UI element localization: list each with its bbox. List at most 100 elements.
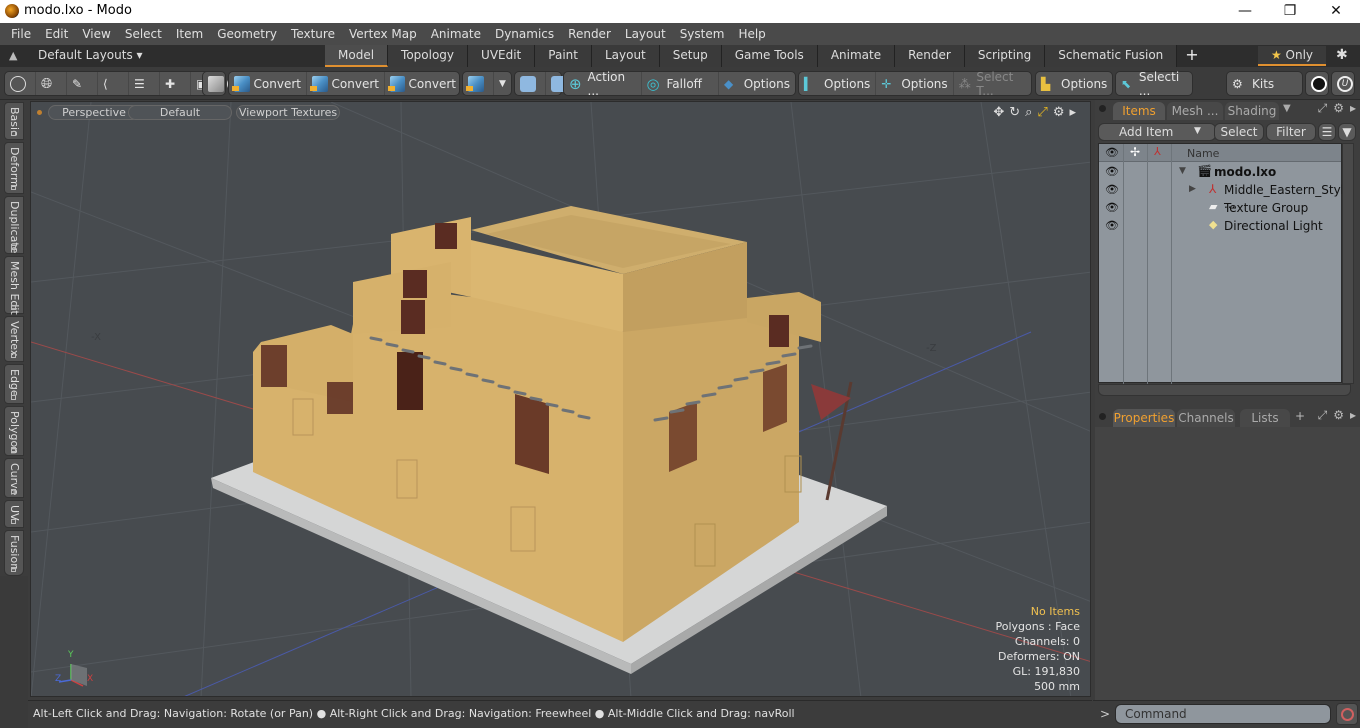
only-favorites-button[interactable]: ★ Only	[1258, 46, 1326, 66]
tab-setup[interactable]: Setup	[659, 45, 722, 67]
viewport-gear-icon[interactable]: ⚙	[1053, 105, 1065, 120]
kits-button[interactable]: ⚙ Kits	[1227, 72, 1279, 95]
select-button[interactable]: Select	[1214, 123, 1264, 141]
tool-tab-deform[interactable]: Deform	[4, 142, 24, 194]
eye-icon[interactable]: 👁︎	[1105, 165, 1119, 178]
select-through-button[interactable]: ⁂ Select T...	[954, 70, 1031, 98]
convert-button-1[interactable]: Convert	[229, 72, 307, 95]
menu-vertex-map[interactable]: Vertex Map	[343, 27, 425, 41]
gear-icon[interactable]: ✱	[1336, 47, 1348, 63]
convert-dropdown-arrow[interactable]: ▼	[494, 72, 511, 95]
maximize-viewport-icon[interactable]: ⤢	[1037, 105, 1047, 120]
record-macro-button[interactable]	[1336, 703, 1358, 725]
tab-model[interactable]: Model	[325, 45, 389, 67]
tool-tab-curve[interactable]: Curve	[4, 458, 24, 498]
tab-paint[interactable]: Paint	[535, 45, 592, 67]
falloff-button[interactable]: ◎ Falloff	[642, 72, 719, 95]
panel-arrow-icon[interactable]: ▸	[1350, 408, 1356, 423]
tab-topology[interactable]: Topology	[388, 45, 469, 67]
tab-shading[interactable]: Shading	[1225, 102, 1279, 120]
collapse-up-icon[interactable]: ▲	[9, 49, 17, 62]
selection-sets-button[interactable]: ⬉ Selecti ...	[1116, 70, 1192, 98]
expand-arrow-icon[interactable]: ▸	[1069, 105, 1076, 120]
tool-tab-mesh-edit[interactable]: Mesh Edit	[4, 256, 24, 315]
tool-tab-fusion[interactable]: Fusion	[4, 530, 24, 576]
name-column-header[interactable]: Name	[1187, 147, 1219, 160]
item-mode-button[interactable]: ⟨	[98, 72, 129, 95]
menu-render[interactable]: Render	[562, 27, 619, 41]
add-tab-button[interactable]: +	[1295, 409, 1305, 423]
tree-row-directional-light[interactable]: 👁︎ ◆ Directional Light	[1099, 217, 1341, 235]
zoom-icon[interactable]: ⌕	[1025, 105, 1032, 120]
funnel-filter-icon[interactable]: ▼	[1338, 123, 1356, 141]
edge-mode-button[interactable]: 🌐︎	[36, 72, 67, 95]
minimize-button[interactable]: —	[1222, 1, 1268, 23]
tab-channels[interactable]: Channels	[1177, 409, 1235, 427]
panel-gear-icon[interactable]: ⚙	[1333, 408, 1344, 423]
tree-row-mesh[interactable]: 👁︎ ▶ ⅄ Middle_Eastern_Styl ...	[1099, 181, 1344, 211]
action-center-button[interactable]: ⊕ Action ...	[564, 70, 642, 98]
options-button-3[interactable]: ✛ Options	[876, 72, 954, 95]
symmetry-button[interactable]	[515, 72, 546, 95]
menu-help[interactable]: Help	[732, 27, 773, 41]
tab-mesh[interactable]: Mesh ...	[1167, 102, 1223, 120]
view-style-button[interactable]: Default	[128, 105, 232, 120]
tab-schematic-fusion[interactable]: Schematic Fusion	[1045, 45, 1178, 67]
tree-horizontal-scrollbar[interactable]	[1098, 384, 1351, 396]
command-input[interactable]: Command	[1115, 704, 1331, 724]
panel-gear-icon[interactable]: ⚙	[1333, 101, 1344, 116]
collapse-arrow-icon[interactable]: ▼	[1179, 166, 1186, 176]
view-type-button[interactable]: Perspective	[48, 105, 140, 120]
tab-lists[interactable]: Lists	[1240, 409, 1290, 427]
polygon-mode-button[interactable]: ✎	[67, 72, 98, 95]
material-mode-button[interactable]: ☰	[129, 72, 160, 95]
convert-button-2[interactable]: Convert	[307, 72, 385, 95]
tool-tab-duplicate[interactable]: Duplicate	[4, 196, 24, 254]
vertex-mode-button[interactable]	[5, 72, 36, 95]
filter-button[interactable]: Filter	[1266, 123, 1316, 141]
menu-edit[interactable]: Edit	[39, 27, 76, 41]
tab-uvedit[interactable]: UVEdit	[468, 45, 536, 67]
menu-view[interactable]: View	[76, 27, 118, 41]
menu-file[interactable]: File	[5, 27, 39, 41]
expand-panel-icon[interactable]: ⤢	[1318, 101, 1328, 116]
tab-animate[interactable]: Animate	[817, 45, 896, 67]
menu-item[interactable]: Item	[170, 27, 211, 41]
eye-icon[interactable]: 👁︎	[1105, 219, 1119, 232]
eye-icon[interactable]: 👁︎	[1105, 183, 1119, 196]
tool-tab-uv[interactable]: UV	[4, 500, 24, 528]
menu-texture[interactable]: Texture	[285, 27, 343, 41]
tool-tab-edge[interactable]: Edge	[4, 364, 24, 404]
tool-tab-polygon[interactable]: Polygon	[4, 406, 24, 456]
menu-system[interactable]: System	[674, 27, 733, 41]
close-button[interactable]: ✕	[1313, 1, 1359, 23]
tab-render[interactable]: Render	[895, 45, 965, 67]
list-options-icon[interactable]: ☰	[1318, 123, 1336, 141]
rotate-icon[interactable]: ↻	[1009, 105, 1020, 120]
tree-row-scene[interactable]: 👁︎ ▼ 🎬︎ modo.lxo	[1099, 163, 1341, 181]
tab-scripting[interactable]: Scripting	[964, 45, 1046, 67]
tree-row-texture-group[interactable]: 👁︎ ▰ Texture Group	[1099, 199, 1341, 217]
menu-animate[interactable]: Animate	[425, 27, 489, 41]
tab-layout[interactable]: Layout	[591, 45, 660, 67]
expand-panel-icon[interactable]: ⤢	[1318, 408, 1328, 423]
3d-viewport[interactable]: Perspective Default Viewport Textures ✥ …	[30, 101, 1091, 697]
add-item-dropdown-icon[interactable]: ▼	[1194, 126, 1201, 136]
expand-arrow-icon[interactable]: ▶	[1189, 184, 1196, 194]
eye-icon[interactable]: 👁︎	[1105, 201, 1119, 214]
maximize-button[interactable]: ❐	[1267, 1, 1313, 23]
default-layouts-dropdown[interactable]: Default Layouts ▾	[38, 48, 143, 62]
menu-layout[interactable]: Layout	[619, 27, 674, 41]
tab-properties[interactable]: Properties	[1113, 409, 1175, 427]
tool-tab-vertex[interactable]: Vertex	[4, 316, 24, 362]
tool-tab-basic[interactable]: Basic	[4, 102, 24, 140]
options-button-4[interactable]: ▙ Options	[1036, 72, 1112, 95]
options-button-2[interactable]: ▍ Options	[799, 72, 877, 95]
menu-select[interactable]: Select	[119, 27, 170, 41]
tab-items[interactable]: Items	[1113, 102, 1165, 120]
uv-mode-button[interactable]: ✚	[160, 72, 191, 95]
tabs-dropdown-icon[interactable]: ▼	[1283, 103, 1291, 114]
menu-dynamics[interactable]: Dynamics	[489, 27, 562, 41]
viewport-textures-button[interactable]: Viewport Textures	[236, 105, 340, 120]
menu-geometry[interactable]: Geometry	[211, 27, 285, 41]
